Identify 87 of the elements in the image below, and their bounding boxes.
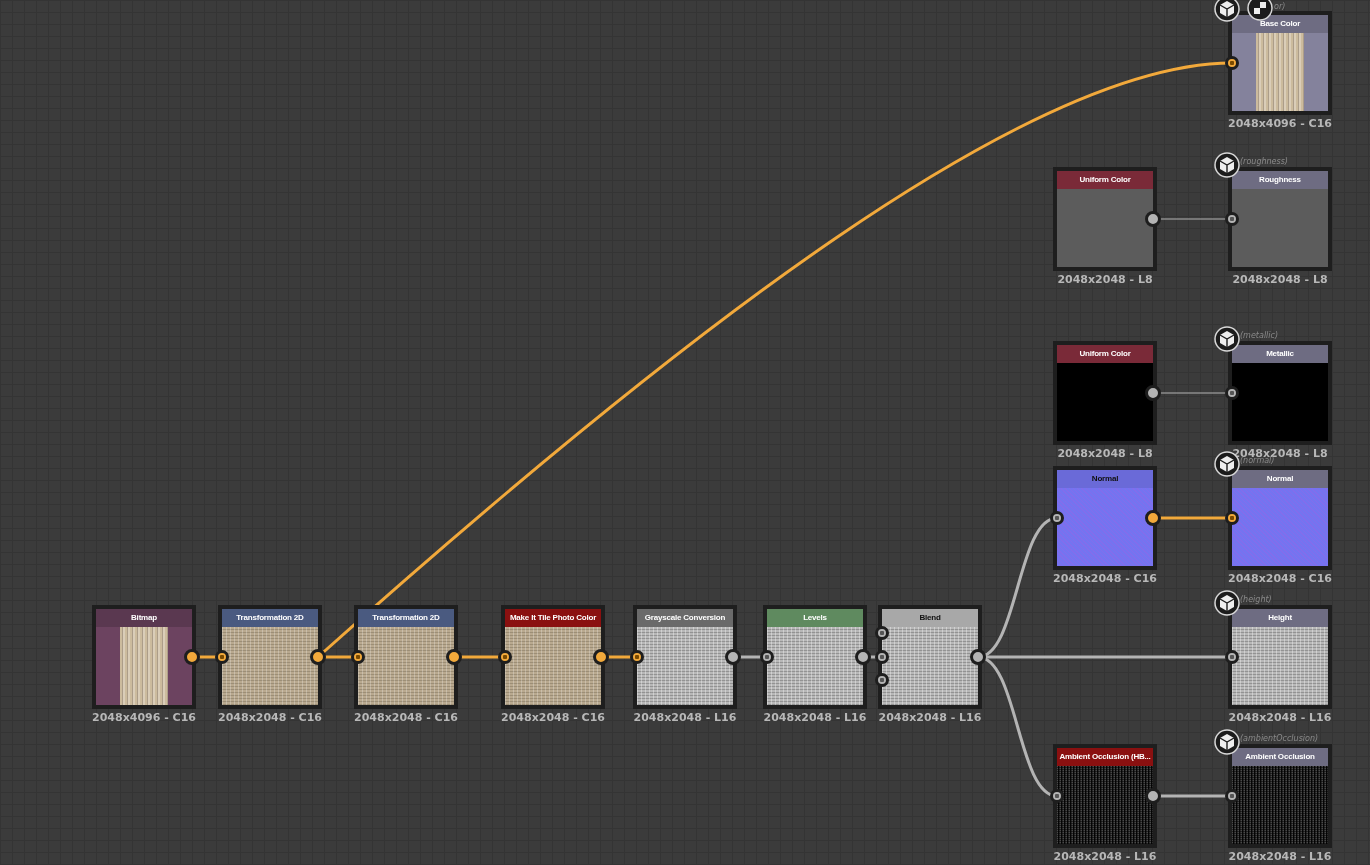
cube-icon[interactable] xyxy=(1214,152,1240,178)
output-port[interactable] xyxy=(593,649,609,665)
graph-node[interactable]: Transformation 2D xyxy=(218,605,322,709)
node-header: Normal xyxy=(1057,470,1153,488)
graph-node[interactable]: Grayscale Conversion xyxy=(633,605,737,709)
input-port[interactable] xyxy=(1225,511,1239,525)
node-header: Blend xyxy=(882,609,978,627)
graph-node[interactable]: Blend xyxy=(878,605,982,709)
graph-node[interactable]: Base Color xyxy=(1228,11,1332,115)
graph-node[interactable]: Metallic xyxy=(1228,341,1332,445)
node-header: Transformation 2D xyxy=(358,609,454,627)
input-port[interactable] xyxy=(1225,386,1239,400)
input-port[interactable] xyxy=(1225,56,1239,70)
node-header: Bitmap xyxy=(96,609,192,627)
node-header: Levels xyxy=(767,609,863,627)
input-port[interactable] xyxy=(1225,789,1239,803)
node-resolution: 2048x2048 - C16 xyxy=(1052,572,1158,585)
graph-node[interactable]: Transformation 2D xyxy=(354,605,458,709)
node-resolution: 2048x2048 - L8 xyxy=(1231,273,1329,286)
input-port[interactable] xyxy=(875,673,889,687)
graph-node[interactable]: Levels xyxy=(763,605,867,709)
node-header: Roughness xyxy=(1232,171,1328,189)
input-port[interactable] xyxy=(351,650,365,664)
output-tag: (height) xyxy=(1240,595,1272,604)
output-port[interactable] xyxy=(970,649,986,665)
node-header: Normal xyxy=(1232,470,1328,488)
node-resolution: 2048x2048 - L8 xyxy=(1056,447,1154,460)
input-port[interactable] xyxy=(1225,212,1239,226)
output-port[interactable] xyxy=(1145,788,1161,804)
output-port[interactable] xyxy=(1145,385,1161,401)
input-port[interactable] xyxy=(875,650,889,664)
graph-node[interactable]: Uniform Color xyxy=(1053,167,1157,271)
input-port[interactable] xyxy=(1225,650,1239,664)
output-tag: (ambientOcclusion) xyxy=(1240,734,1319,743)
input-port[interactable] xyxy=(875,626,889,640)
graph-node[interactable]: Make It Tile Photo Color xyxy=(501,605,605,709)
graph-node[interactable]: Normal xyxy=(1053,466,1157,570)
graph-node[interactable]: Roughness xyxy=(1228,167,1332,271)
node-header: Metallic xyxy=(1232,345,1328,363)
node-header: Base Color xyxy=(1232,15,1328,33)
node-header: Ambient Occlusion xyxy=(1232,748,1328,766)
node-resolution: 2048x2048 - L16 xyxy=(1227,850,1333,863)
graph-node[interactable]: Normal xyxy=(1228,466,1332,570)
node-header: Uniform Color xyxy=(1057,171,1153,189)
cube-icon[interactable] xyxy=(1214,326,1240,352)
output-port[interactable] xyxy=(725,649,741,665)
input-port[interactable] xyxy=(1050,511,1064,525)
output-tag: (metallic) xyxy=(1240,331,1279,340)
graph-node[interactable]: Bitmap xyxy=(92,605,196,709)
output-port[interactable] xyxy=(446,649,462,665)
node-resolution: 2048x2048 - L16 xyxy=(632,711,738,724)
node-resolution: 2048x2048 - C16 xyxy=(353,711,459,724)
node-resolution: 2048x4096 - C16 xyxy=(91,711,197,724)
node-header: Height xyxy=(1232,609,1328,627)
output-port[interactable] xyxy=(1145,211,1161,227)
node-header: Grayscale Conversion xyxy=(637,609,733,627)
output-port[interactable] xyxy=(184,649,200,665)
node-header: Ambient Occlusion (HB... xyxy=(1057,748,1153,766)
checker-icon[interactable] xyxy=(1247,0,1273,21)
graph-node[interactable]: Height xyxy=(1228,605,1332,709)
node-resolution: 2048x2048 - C16 xyxy=(500,711,606,724)
input-port[interactable] xyxy=(760,650,774,664)
cube-icon[interactable] xyxy=(1214,0,1240,22)
output-tag: (normal) xyxy=(1240,456,1275,465)
output-port[interactable] xyxy=(1145,510,1161,526)
cube-icon[interactable] xyxy=(1214,729,1240,755)
node-header: Uniform Color xyxy=(1057,345,1153,363)
node-resolution: 2048x2048 - C16 xyxy=(1227,572,1333,585)
input-port[interactable] xyxy=(630,650,644,664)
node-header: Make It Tile Photo Color xyxy=(505,609,601,627)
node-header: Transformation 2D xyxy=(222,609,318,627)
node-resolution: 2048x2048 - L16 xyxy=(1052,850,1158,863)
node-resolution: 2048x2048 - L16 xyxy=(1227,711,1333,724)
output-port[interactable] xyxy=(855,649,871,665)
graph-node[interactable]: Uniform Color xyxy=(1053,341,1157,445)
output-port[interactable] xyxy=(310,649,326,665)
input-port[interactable] xyxy=(1050,789,1064,803)
input-port[interactable] xyxy=(498,650,512,664)
node-resolution: 2048x2048 - C16 xyxy=(217,711,323,724)
output-tag: or) xyxy=(1274,2,1286,11)
graph-node[interactable]: Ambient Occlusion xyxy=(1228,744,1332,848)
cube-icon[interactable] xyxy=(1214,590,1240,616)
graph-node[interactable]: Ambient Occlusion (HB... xyxy=(1053,744,1157,848)
output-tag: (roughness) xyxy=(1240,157,1288,166)
node-resolution: 2048x2048 - L8 xyxy=(1056,273,1154,286)
input-port[interactable] xyxy=(215,650,229,664)
node-resolution: 2048x4096 - C16 xyxy=(1227,117,1333,130)
